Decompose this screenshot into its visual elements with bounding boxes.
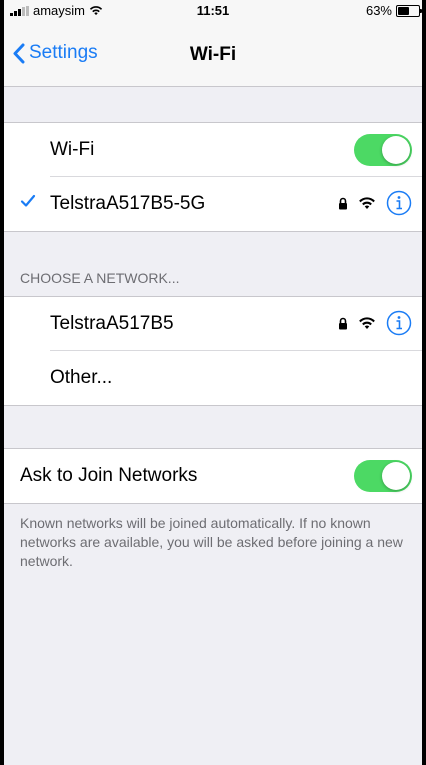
network-row[interactable]: TelstraA517B5 xyxy=(4,297,422,351)
ask-to-join-footnote: Known networks will be joined automatica… xyxy=(20,515,403,569)
ask-to-join-label: Ask to Join Networks xyxy=(20,465,198,486)
connected-network-row[interactable]: TelstraA517B5-5G xyxy=(4,177,422,231)
network-name: TelstraA517B5 xyxy=(50,313,174,334)
wifi-toggle[interactable] xyxy=(354,134,412,166)
status-time: 11:51 xyxy=(196,3,230,18)
wifi-signal-icon xyxy=(359,317,375,329)
navigation-bar: Settings Wi-Fi xyxy=(4,20,422,87)
ask-to-join-group: Ask to Join Networks xyxy=(4,448,422,504)
checkmark-icon xyxy=(20,194,36,207)
status-bar: amaysim 11:51 63% xyxy=(4,0,422,20)
lock-icon xyxy=(339,317,347,329)
info-icon[interactable] xyxy=(386,310,412,336)
wifi-label: Wi-Fi xyxy=(50,139,95,160)
info-icon[interactable] xyxy=(386,190,412,216)
battery-icon xyxy=(396,4,422,17)
network-row-icons xyxy=(338,310,412,336)
ask-to-join-row: Ask to Join Networks xyxy=(4,449,422,503)
choose-network-header: CHOOSE A NETWORK... xyxy=(20,270,180,286)
settings-screen: amaysim 11:51 63% Settings Wi-Fi Wi-Fi T… xyxy=(4,0,422,765)
wifi-signal-icon xyxy=(359,197,375,209)
wifi-toggle-row: Wi-Fi xyxy=(4,123,422,177)
page-title: Wi-Fi xyxy=(189,44,237,65)
other-network-label: Other... xyxy=(50,367,113,388)
connected-network-name: TelstraA517B5-5G xyxy=(50,193,206,214)
network-list: TelstraA517B5 Other... xyxy=(4,296,422,406)
connected-network-icons xyxy=(338,190,412,216)
lock-icon xyxy=(339,197,347,209)
battery-percent: 63% xyxy=(365,3,392,18)
other-network-row[interactable]: Other... xyxy=(4,351,422,405)
status-right: 63% xyxy=(365,3,422,18)
ask-to-join-toggle[interactable] xyxy=(354,460,412,492)
wifi-group: Wi-Fi TelstraA517B5-5G xyxy=(4,122,422,232)
